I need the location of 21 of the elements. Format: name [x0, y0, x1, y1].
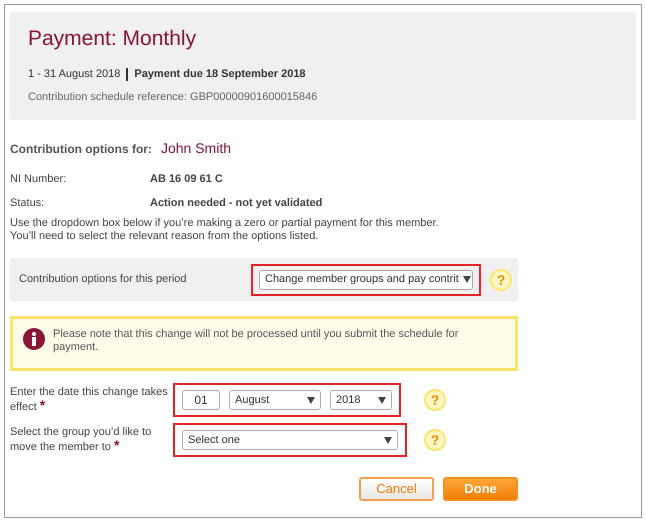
detail-value: AB 16 09 61 C — [150, 172, 223, 187]
dropdown[interactable]: Select one — [182, 430, 398, 450]
detail-label: NI Number: — [10, 172, 68, 187]
due-date-text: Payment due 18 September 2018 — [134, 67, 306, 82]
detail-label: Status: — [10, 196, 46, 210]
group-label: Select the group you’d like to move the member to * — [10, 426, 152, 454]
member-name: John Smith — [160, 139, 232, 158]
dropdown[interactable]: Change member groups and pay contrit — [259, 270, 473, 290]
day-field[interactable]: 01 — [182, 390, 220, 410]
detail-value: Action needed - not yet validated — [150, 196, 322, 210]
period-text: 1 - 31 August 2018 — [28, 67, 120, 82]
instruction-text: Use the dropdown box below if you’re making a zero or partial payment for this member. — [10, 217, 440, 230]
date-label: Enter the date this change takes effect * — [10, 386, 169, 414]
dropdown[interactable]: August — [229, 390, 321, 410]
options-label: Contribution options for this period — [19, 272, 188, 288]
member-label: Contribution options for: — [10, 140, 152, 158]
dropdown[interactable]: 2018 — [330, 390, 392, 410]
instruction-text: You’ll need to select the relevant reason from the options listed. — [10, 230, 320, 243]
notice-text: Please note that this change will not be processed until you submit the schedule for payment. — [53, 328, 460, 354]
page-title: Payment: Monthly — [28, 28, 198, 49]
reference-text: Contribution schedule reference: GBP00000901600015846 — [28, 90, 318, 104]
